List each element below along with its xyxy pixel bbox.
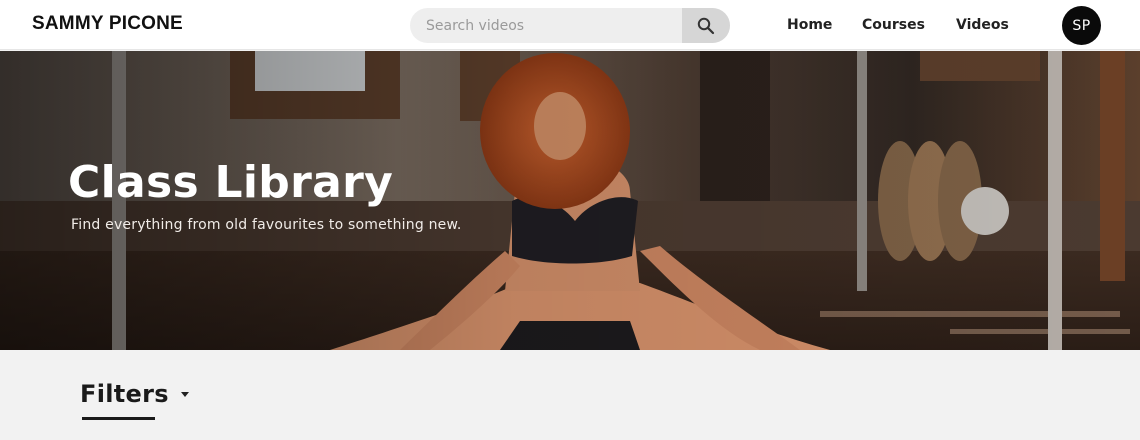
nav-link-courses[interactable]: Courses: [862, 0, 925, 50]
filters-underline: [82, 417, 155, 420]
avatar-initials: SP: [1072, 17, 1091, 34]
search-input[interactable]: [410, 8, 682, 43]
nav-link-label[interactable]: Videos: [956, 17, 1009, 33]
page-subtitle: Find everything from old favourites to s…: [71, 217, 462, 233]
nav-link-label[interactable]: Home: [787, 17, 832, 33]
caret-down-icon: [180, 391, 189, 397]
nav-link-home[interactable]: Home: [787, 0, 832, 50]
top-navbar: SAMMY PICONE Home Courses Videos SP: [0, 0, 1140, 50]
nav-link-videos[interactable]: Videos: [956, 0, 1009, 50]
nav-link-label[interactable]: Courses: [862, 17, 925, 33]
hero-banner: Class Library Find everything from old f…: [0, 51, 1140, 350]
search-bar: [410, 8, 730, 43]
brand-logo[interactable]: SAMMY PICONE: [32, 13, 183, 35]
page-title: Class Library: [68, 157, 394, 208]
filters-dropdown-toggle[interactable]: Filters: [80, 380, 189, 408]
user-avatar[interactable]: SP: [1062, 6, 1101, 45]
search-button[interactable]: [682, 8, 730, 43]
filters-section: Filters: [0, 350, 1140, 440]
search-icon: [697, 17, 715, 34]
filters-label: Filters: [80, 380, 169, 408]
